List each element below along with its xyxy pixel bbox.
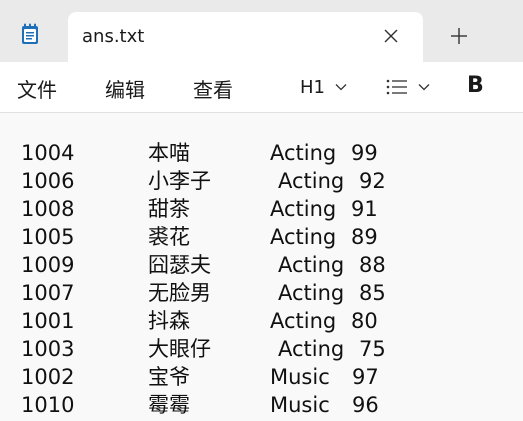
line-name: 无脸男 (148, 281, 211, 305)
text-line: 1003 大眼仔 Acting 75 (0, 335, 523, 363)
text-line: 1001 抖森 Acting 80 (0, 307, 523, 335)
line-score: 91 (351, 197, 378, 221)
text-line: 1006 小李子 Acting 92 (0, 167, 523, 195)
line-score: 99 (351, 141, 378, 165)
line-dept: Acting (278, 253, 345, 277)
menu-edit[interactable]: 编辑 (105, 74, 145, 103)
line-name: 囧瑟夫 (148, 253, 211, 277)
line-dept: Acting (270, 225, 337, 249)
title-bar: ans.txt (0, 0, 523, 62)
line-score: 85 (359, 281, 386, 305)
line-dept: Acting (278, 281, 345, 305)
heading-level: H1 (300, 76, 325, 98)
text-line: 1007 无脸男 Acting 85 (0, 279, 523, 307)
line-id: 1009 (21, 253, 75, 277)
chevron-down-icon (418, 84, 430, 91)
text-line: 1009 囧瑟夫 Acting 88 (0, 251, 523, 279)
line-id: 1006 (21, 169, 75, 193)
tab-title: ans.txt (82, 26, 145, 47)
line-id: 1010 (21, 393, 75, 417)
menu-bar: 文件 编辑 查看 H1 B (0, 62, 523, 113)
line-id: 1007 (21, 281, 75, 305)
line-name: 本喵 (148, 141, 190, 165)
line-id: 1004 (21, 141, 75, 165)
text-line: 1002 宝爷 Music 97 (0, 363, 523, 391)
line-name: 小李子 (148, 169, 211, 193)
close-icon[interactable] (381, 26, 401, 46)
line-score: 75 (359, 337, 386, 361)
line-name: 甜茶 (148, 197, 190, 221)
list-dropdown[interactable] (386, 74, 430, 100)
line-id: 1003 (21, 337, 75, 361)
line-dept: Acting (270, 309, 337, 333)
text-line: 1010 霉霉 Music 96 (0, 391, 523, 419)
line-name: 宝爷 (148, 365, 190, 389)
list-icon (386, 79, 407, 95)
menu-file[interactable]: 文件 (17, 74, 57, 103)
line-dept: Acting (270, 197, 337, 221)
line-name: 大眼仔 (148, 337, 211, 361)
text-line: 1004 本喵 Acting 99 (0, 139, 523, 167)
line-name: 裘花 (148, 225, 190, 249)
line-dept: Music (270, 393, 330, 417)
line-score: 88 (359, 253, 386, 277)
line-score: 92 (359, 169, 386, 193)
line-id: 1001 (21, 309, 75, 333)
chevron-down-icon (335, 84, 347, 91)
line-score: 97 (352, 365, 379, 389)
text-line: 1005 裘花 Acting 89 (0, 223, 523, 251)
menu-view[interactable]: 查看 (193, 74, 233, 103)
line-id: 1005 (21, 225, 75, 249)
text-editor[interactable]: 1004 本喵 Acting 99 1006 小李子 Acting 92 100… (0, 113, 523, 421)
tab-ans-txt[interactable]: ans.txt (68, 12, 423, 62)
plus-icon[interactable] (448, 25, 470, 47)
line-score: 80 (351, 309, 378, 333)
line-id: 1002 (21, 365, 75, 389)
line-score: 96 (352, 393, 379, 417)
line-dept: Acting (278, 169, 345, 193)
line-id: 1008 (21, 197, 75, 221)
line-dept: Acting (270, 141, 337, 165)
line-score: 89 (351, 225, 378, 249)
bold-button[interactable]: B (467, 73, 484, 98)
notepad-icon[interactable] (21, 23, 39, 45)
line-name: 抖森 (148, 309, 190, 333)
heading-dropdown[interactable]: H1 (300, 74, 347, 100)
line-dept: Acting (278, 337, 345, 361)
text-line: 1008 甜茶 Acting 91 (0, 195, 523, 223)
line-name: 霉霉 (148, 393, 190, 417)
line-dept: Music (270, 365, 330, 389)
